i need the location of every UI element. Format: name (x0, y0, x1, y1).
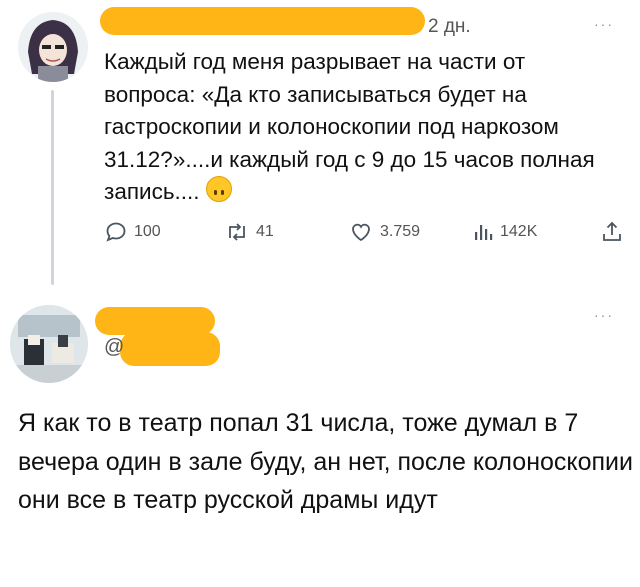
timestamp[interactable]: 2 дн. (428, 16, 471, 38)
share-icon (603, 221, 621, 241)
views-icon (475, 225, 493, 240)
repost-icon (229, 223, 245, 241)
repost-count: 41 (256, 223, 274, 240)
more-menu-icon[interactable]: ··· (594, 307, 614, 323)
share-button[interactable] (600, 220, 624, 244)
tweet2-text: Я как то в театр попал 31 числа, тоже ду… (18, 409, 633, 514)
reply-button[interactable]: 100 (104, 220, 161, 244)
tweet1-actions: 100 41 3.759 142K (104, 220, 624, 254)
avatar-tweet1[interactable] (18, 12, 88, 82)
handle-at-symbol: @ (104, 336, 125, 358)
redacted-username (95, 307, 215, 335)
views-count: 142K (500, 223, 538, 240)
like-count: 3.759 (380, 223, 421, 240)
more-menu-icon[interactable]: ··· (594, 16, 614, 32)
avatar-tweet2[interactable] (10, 305, 88, 383)
views-button[interactable]: 142K (472, 220, 537, 244)
redacted-username (100, 7, 425, 35)
redacted-handle (120, 332, 220, 366)
thread-line (51, 90, 54, 285)
tweet1-text: Каждый год меня разрывает на части от во… (104, 46, 614, 209)
repost-button[interactable]: 41 (224, 220, 274, 244)
like-button[interactable]: 3.759 (348, 220, 420, 244)
reply-count: 100 (134, 223, 161, 240)
upside-down-face-emoji-icon (205, 176, 232, 202)
like-icon (352, 223, 370, 242)
reply-icon (106, 222, 126, 242)
tweet1-text-content: Каждый год меня разрывает на части от во… (104, 49, 595, 204)
